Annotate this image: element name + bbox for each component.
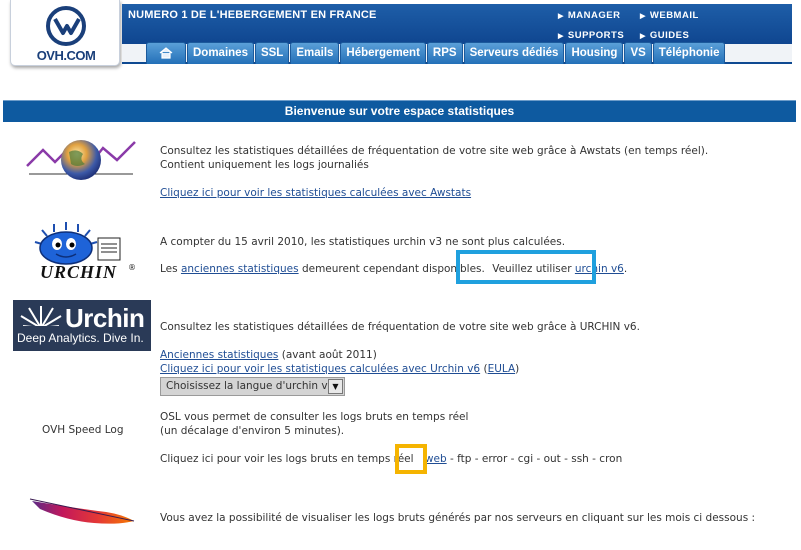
guides-label: GUIDES [649,30,690,41]
tab-home[interactable] [146,42,186,64]
speedlog-desc-2: (un décalage d'environ 5 minutes). [160,425,345,437]
awstats-link[interactable]: Cliquez ici pour voir les statistiques c… [160,187,471,199]
speedlog-prefix: Cliquez ici pour voir les logs bruts en … [160,453,414,465]
urchin-v3-logo-text: URCHIN [40,262,118,282]
tab-hebergement[interactable]: Hébergement [340,42,426,64]
webmail-link[interactable]: ▶ WEBMAIL [640,10,699,21]
webmail-label: WEBMAIL [649,10,699,21]
ovh-logo[interactable]: OVH.COM [10,0,120,66]
main-nav: Domaines SSL Emails Hébergement RPS Serv… [146,42,726,64]
urchin-v3-old-stats-link[interactable]: anciennes statistiques [181,263,299,275]
urchin-v6-logo-tagline: Deep Analytics. Dive In. [17,331,144,345]
urchin-v6-logo-text: Urchin [65,303,145,333]
supports-label: SUPPORTS [567,30,625,41]
speedlog-rest: - ftp - error - cgi - out - ssh - cron [449,453,623,465]
ovh-logo-text: OVH.COM [36,48,96,63]
urchin-v6-old-stats-link[interactable]: Anciennes statistiques [160,349,278,361]
manager-label: MANAGER [567,10,621,21]
page-title: Bienvenue sur votre espace statistiques [3,100,796,122]
urchin-v6-logo: Urchin Deep Analytics. Dive In. [13,300,151,351]
apache-feather-icon [29,498,135,524]
speedlog-web-link[interactable]: web [425,453,447,465]
apache-desc: Vous avez la possibilité de visualiser l… [160,512,756,524]
urchin-v6-calc-row: Cliquez ici pour voir les statistiques c… [160,362,519,376]
tab-domaines[interactable]: Domaines [187,42,254,64]
sunburst-icon [19,306,63,330]
awstats-logo-icon [26,140,136,180]
urchin-language-select[interactable]: Choisissez la langue d'urchin v6 ▼ [160,377,345,396]
dropdown-arrow-icon[interactable]: ▼ [328,379,343,394]
urchin-language-select-value: Choisissez la langue d'urchin v6 [166,380,335,392]
ovh-logo-icon [46,6,86,46]
home-icon [159,47,173,59]
tagline: NUMERO 1 DE L'HEBERGEMENT EN FRANCE [128,9,377,21]
tab-vs[interactable]: VS [624,42,652,64]
highlight-box-yellow [395,444,427,474]
arrow-right-icon: ▶ [558,13,564,20]
urchin-v6-old-row: Anciennes statistiques (avant août 2011) [160,348,377,362]
eula-link[interactable]: EULA [488,363,516,375]
highlight-box-blue [456,250,596,284]
tab-emails[interactable]: Emails [290,42,340,64]
urchin-v6-old-note: (avant août 2011) [281,349,377,361]
urchin-v3-desc: A compter du 15 avril 2010, les statisti… [160,236,566,248]
speedlog-label: OVH Speed Log [42,424,124,436]
manager-link[interactable]: ▶ MANAGER [558,10,620,21]
urchin-v3-prefix: Les [160,263,178,275]
arrow-right-icon: ▶ [640,13,646,20]
speedlog-desc-1: OSL vous permet de consulter les logs br… [160,411,469,423]
tab-housing[interactable]: Housing [565,42,624,64]
urchin-v3-end: . [623,263,628,275]
tab-telephonie[interactable]: Téléphonie [652,42,726,64]
site-header: OVH.COM NUMERO 1 DE L'HEBERGEMENT EN FRA… [0,0,801,66]
guides-link[interactable]: ▶ GUIDES [640,30,689,41]
speedlog-logs-row: Cliquez ici pour voir les logs bruts en … [160,452,622,466]
svg-text:®: ® [128,263,135,272]
awstats-desc-2: Contient uniquement les logs journaliés [160,159,369,171]
supports-link[interactable]: ▶ SUPPORTS [558,30,624,41]
eula-close: ) [515,363,520,375]
urchin-v6-desc: Consultez les statistiques détaillées de… [160,321,640,333]
awstats-desc-1: Consultez les statistiques détaillées de… [160,145,709,157]
arrow-right-icon: ▶ [640,33,646,40]
urchin-v6-calc-link[interactable]: Cliquez ici pour voir les statistiques c… [160,363,480,375]
tab-ssl[interactable]: SSL [254,42,290,64]
tab-serveurs-dedies[interactable]: Serveurs dédiés [463,42,565,64]
tab-rps[interactable]: RPS [426,42,463,64]
arrow-right-icon: ▶ [558,33,564,40]
